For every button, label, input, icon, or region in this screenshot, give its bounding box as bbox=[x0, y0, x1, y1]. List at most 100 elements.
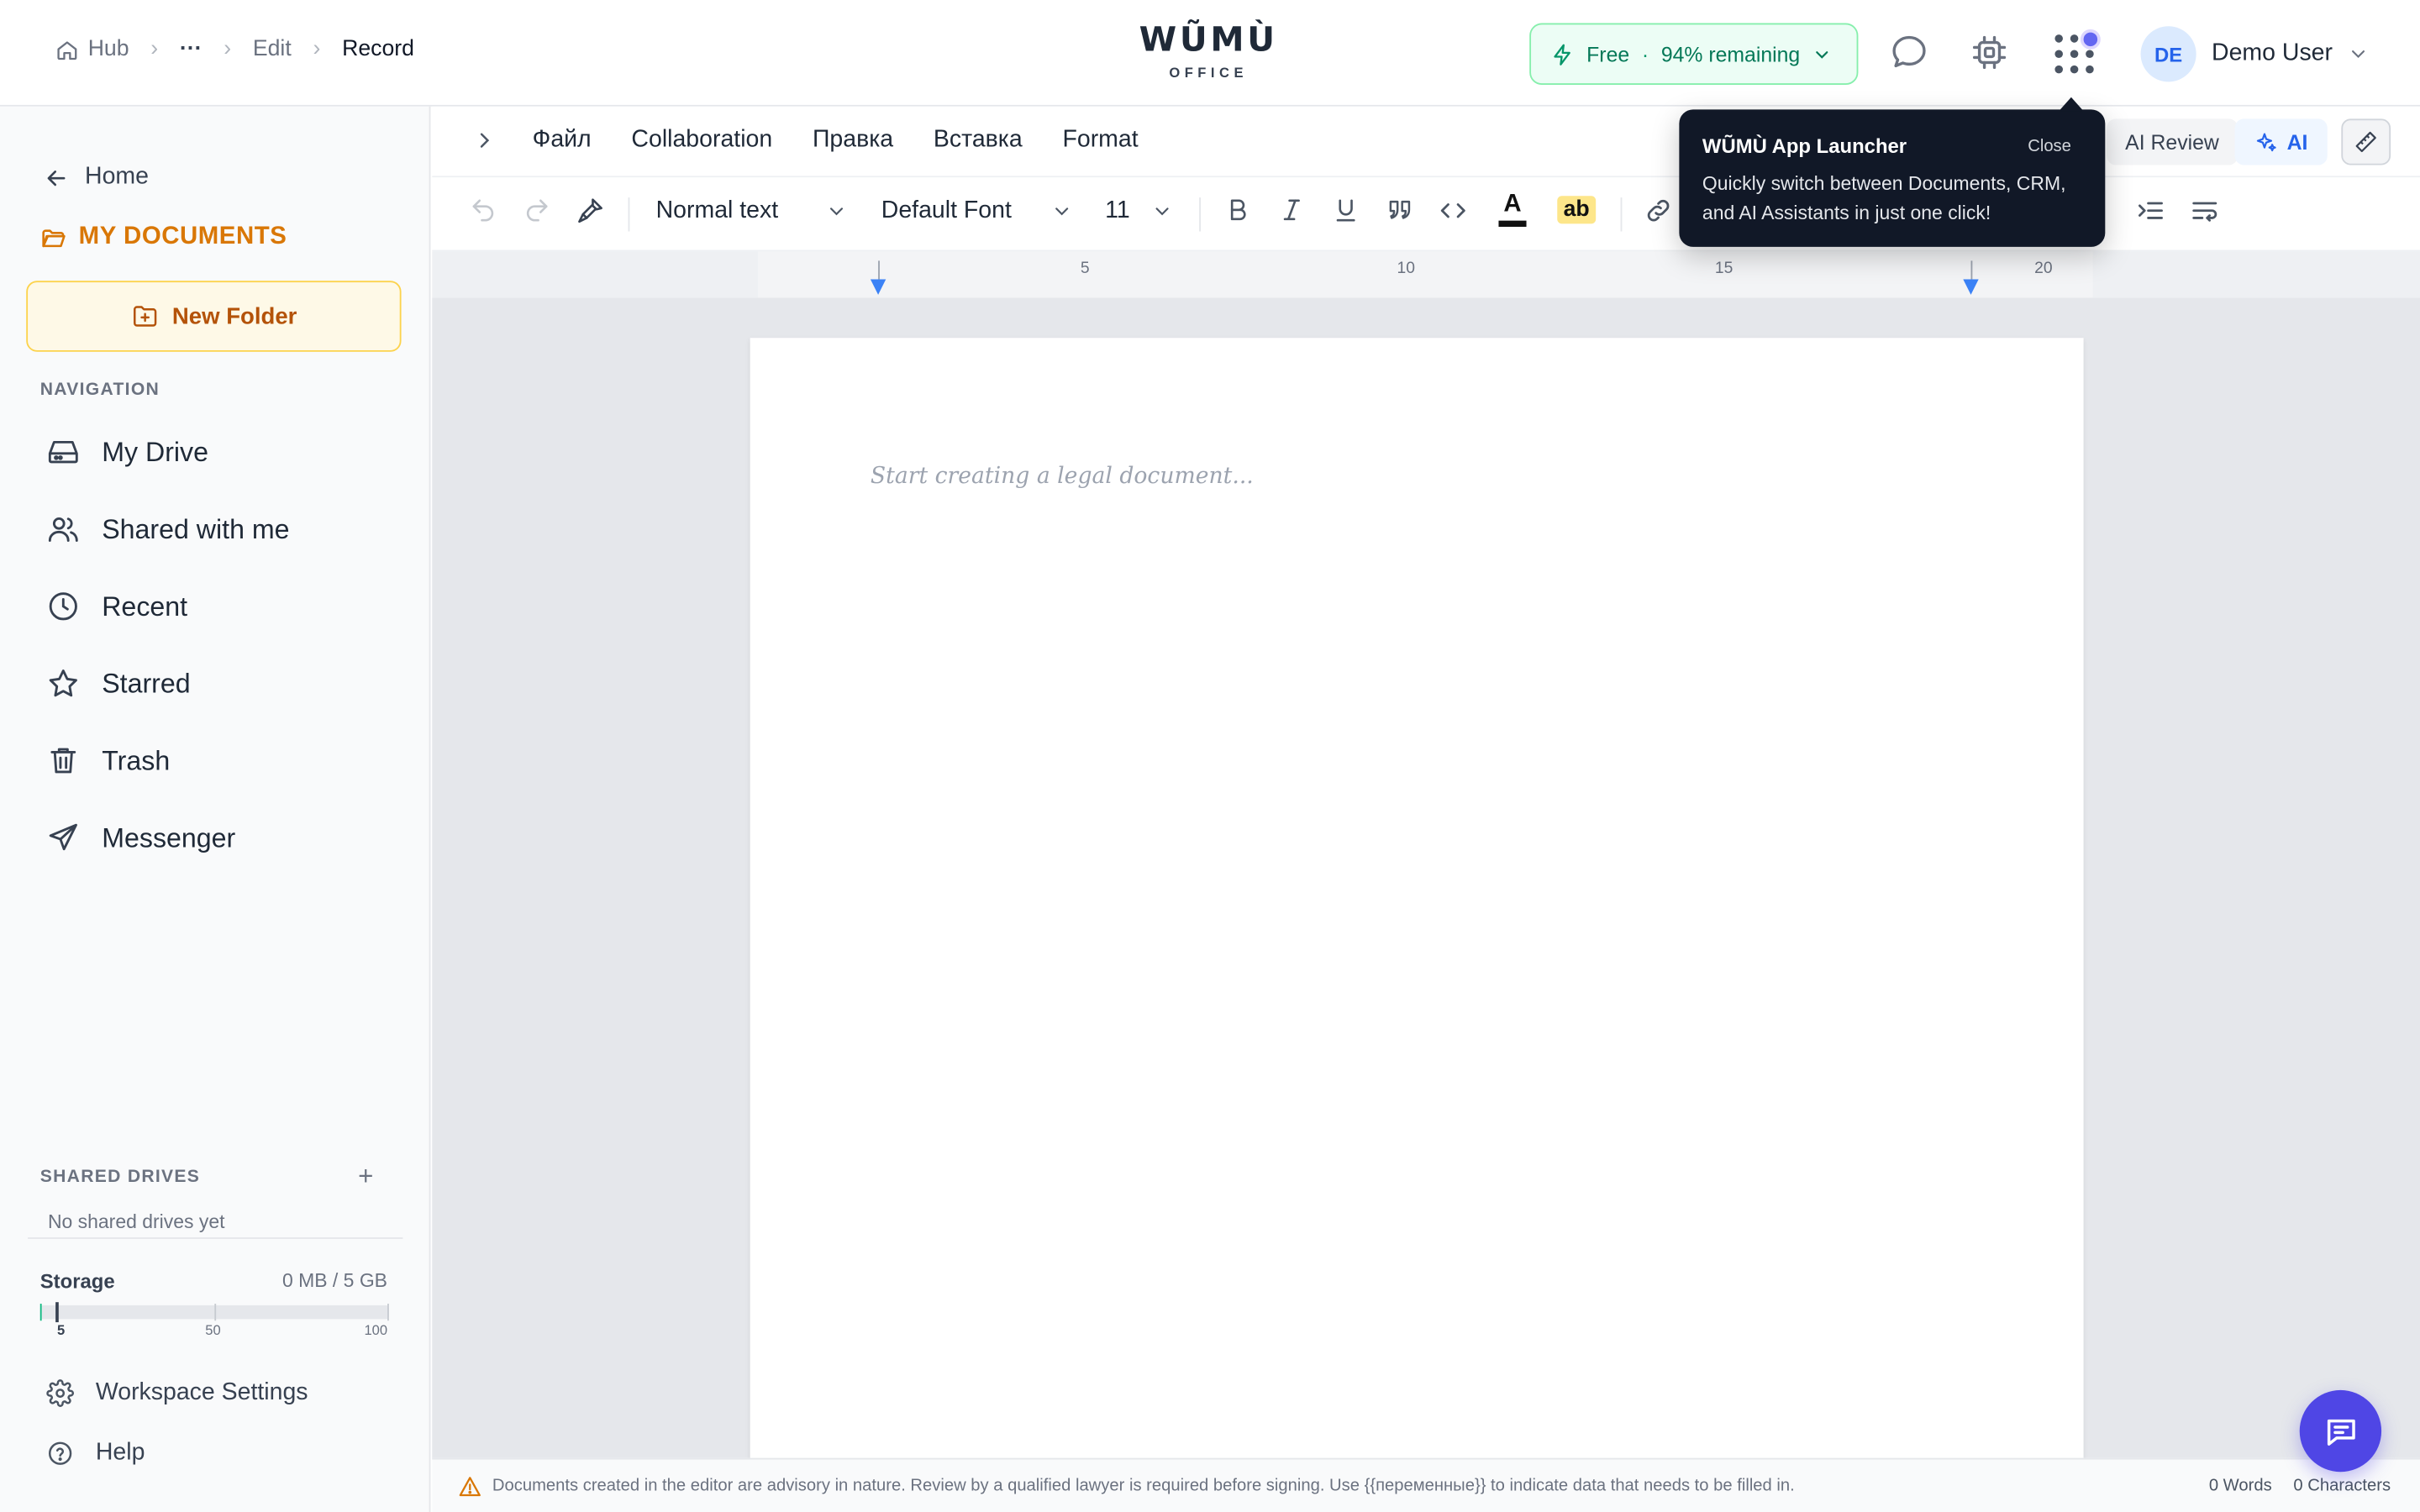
sidebar: Home MY DOCUMENTS New Folder NAVIGATION … bbox=[0, 106, 431, 1512]
sidebar-item-shared-with-me[interactable]: Shared with me bbox=[28, 491, 402, 568]
menu-edit[interactable]: Правка bbox=[813, 127, 893, 155]
highlight-button[interactable]: ab bbox=[1557, 196, 1597, 224]
trash-icon bbox=[50, 748, 76, 774]
legal-disclaimer: Documents created in the editor are advi… bbox=[492, 1476, 1795, 1495]
indent-icon[interactable] bbox=[2136, 196, 2165, 225]
font-size-select[interactable]: 11 bbox=[1105, 197, 1173, 225]
top-bar: Hub › ··· › Edit › Record WŨMÙ OFFICE Fr… bbox=[0, 0, 2420, 107]
breadcrumb-ellipsis[interactable]: ··· bbox=[180, 37, 203, 61]
sidebar-item-my-drive[interactable]: My Drive bbox=[28, 413, 402, 491]
right-indent-marker[interactable] bbox=[1963, 279, 1979, 295]
tooltip-close-button[interactable]: Close bbox=[2028, 137, 2071, 155]
gear-icon bbox=[46, 1379, 74, 1407]
sidebar-item-label: Starred bbox=[102, 667, 191, 699]
chevron-down-icon bbox=[830, 207, 844, 216]
navigation-label: NAVIGATION bbox=[39, 381, 160, 400]
text-color-glyph: A bbox=[1503, 191, 1522, 218]
user-menu[interactable]: DE Demo User bbox=[2140, 26, 2370, 82]
text-wrap-icon[interactable] bbox=[2190, 196, 2219, 225]
bold-icon[interactable] bbox=[1224, 196, 1252, 223]
storage-label: Storage bbox=[39, 1269, 115, 1294]
document-page[interactable]: Start creating a legal document... bbox=[750, 338, 2084, 1458]
chat-bubble-icon[interactable] bbox=[1889, 33, 1929, 73]
chevron-right-icon[interactable] bbox=[472, 128, 497, 152]
sidebar-item-starred[interactable]: Starred bbox=[28, 645, 402, 722]
support-chat-button[interactable] bbox=[2299, 1389, 2382, 1473]
toolbar-divider bbox=[628, 197, 630, 232]
chevron-down-icon bbox=[2352, 50, 2365, 59]
tooltip-body: Quickly switch between Documents, CRM, a… bbox=[1702, 172, 2066, 224]
chevron-down-icon bbox=[1155, 207, 1169, 216]
storage-tick bbox=[39, 1304, 42, 1321]
send-icon bbox=[49, 823, 77, 851]
menu-collaboration[interactable]: Collaboration bbox=[631, 127, 772, 155]
ai-review-button[interactable]: AI Review bbox=[2107, 118, 2238, 165]
arrow-left-icon bbox=[47, 170, 66, 186]
my-documents-label: MY DOCUMENTS bbox=[78, 223, 287, 250]
font-family-select[interactable]: Default Font bbox=[881, 197, 1073, 225]
sidebar-item-trash[interactable]: Trash bbox=[28, 722, 402, 800]
text-color-button[interactable]: A bbox=[1498, 191, 1527, 228]
quote-icon[interactable] bbox=[1386, 196, 1413, 223]
tooltip-arrow bbox=[2059, 97, 2084, 112]
warning-icon bbox=[459, 1477, 481, 1497]
menu-format[interactable]: Format bbox=[1062, 127, 1138, 155]
code-icon[interactable] bbox=[1439, 196, 1468, 225]
editor-placeholder[interactable]: Start creating a legal document... bbox=[871, 465, 1254, 489]
underline-icon[interactable] bbox=[1332, 196, 1360, 223]
paint-format-icon[interactable] bbox=[576, 196, 605, 225]
logo-subtitle: OFFICE bbox=[1169, 65, 1249, 81]
user-name: Demo User bbox=[2212, 39, 2333, 66]
document-canvas: Start creating a legal document... bbox=[432, 297, 2420, 1458]
no-shared-drives-text: No shared drives yet bbox=[47, 1210, 225, 1233]
ruler-label: 20 bbox=[2034, 259, 2053, 278]
nav-list: My Drive Shared with me Recent Starred T… bbox=[28, 413, 402, 876]
sidebar-item-label: Trash bbox=[102, 744, 171, 775]
folder-plus-icon bbox=[133, 306, 156, 327]
new-folder-button[interactable]: New Folder bbox=[26, 281, 402, 352]
help-link[interactable]: Help bbox=[46, 1440, 145, 1467]
cpu-chip-icon[interactable] bbox=[1970, 33, 2010, 73]
left-indent-marker[interactable] bbox=[870, 279, 886, 295]
ruler-label: 10 bbox=[1397, 259, 1415, 278]
paragraph-style-select[interactable]: Normal text bbox=[656, 197, 848, 225]
redo-icon[interactable] bbox=[523, 196, 551, 223]
lightning-icon bbox=[1554, 43, 1570, 65]
apps-notification-dot bbox=[2080, 29, 2101, 50]
storage-tick bbox=[387, 1304, 389, 1321]
ruler-tool-button[interactable] bbox=[2341, 118, 2391, 165]
breadcrumb-edit[interactable]: Edit bbox=[253, 37, 292, 61]
character-count: 0 Characters bbox=[2293, 1476, 2391, 1495]
app-logo[interactable]: WŨMÙ OFFICE bbox=[1139, 22, 1278, 81]
sidebar-item-recent[interactable]: Recent bbox=[28, 568, 402, 645]
breadcrumb-current: Record bbox=[342, 37, 414, 62]
ai-button[interactable]: AI bbox=[2234, 118, 2328, 165]
document-counts: 0 Words 0 Characters bbox=[2209, 1477, 2391, 1495]
sidebar-item-label: Messenger bbox=[102, 822, 236, 853]
italic-icon[interactable] bbox=[1278, 196, 1306, 223]
ruler: 5 10 15 20 bbox=[757, 251, 2093, 298]
word-count: 0 Words bbox=[2208, 1476, 2272, 1495]
home-link[interactable]: Home bbox=[43, 164, 149, 192]
workspace-settings-link[interactable]: Workspace Settings bbox=[46, 1379, 308, 1407]
breadcrumb-hub-label: Hub bbox=[87, 37, 129, 62]
chevron-down-icon bbox=[1816, 50, 1828, 58]
add-shared-drive-button[interactable]: + bbox=[358, 1162, 373, 1193]
menu-file[interactable]: Файл bbox=[533, 127, 592, 155]
text-color-swatch bbox=[1498, 220, 1527, 228]
storage-marker bbox=[55, 1302, 59, 1323]
link-icon[interactable] bbox=[1644, 196, 1673, 225]
chevron-down-icon bbox=[1055, 207, 1069, 216]
home-link-label: Home bbox=[85, 163, 149, 190]
menu-insert[interactable]: Вставка bbox=[934, 127, 1023, 155]
undo-icon[interactable] bbox=[469, 196, 497, 223]
ruler-guide bbox=[1970, 260, 1973, 280]
breadcrumb-hub[interactable]: Hub bbox=[55, 37, 129, 61]
home-icon bbox=[57, 40, 77, 60]
message-square-icon bbox=[2326, 1418, 2354, 1446]
font-family-value: Default Font bbox=[881, 197, 1012, 224]
menu-items: Файл Collaboration Правка Вставка Format bbox=[533, 127, 1139, 155]
plan-usage-pill[interactable]: Free · 94% remaining bbox=[1529, 23, 1859, 86]
workspace-settings-label: Workspace Settings bbox=[95, 1379, 308, 1406]
sidebar-item-messenger[interactable]: Messenger bbox=[28, 799, 402, 876]
